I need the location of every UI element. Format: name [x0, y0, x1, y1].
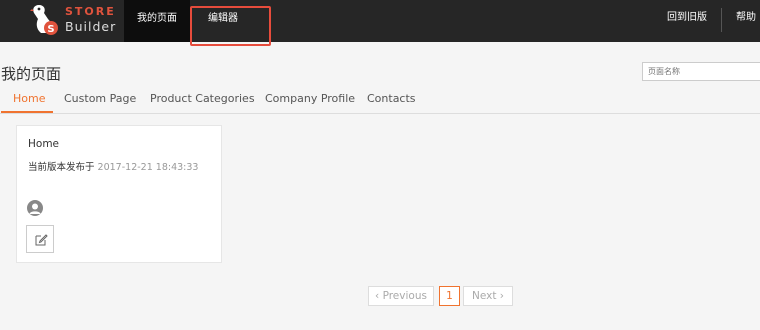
user-avatar-icon [27, 200, 43, 216]
chevron-left-icon: ‹ [375, 290, 380, 302]
tab-product-categories[interactable]: Product Categories [150, 92, 255, 105]
edit-page-button[interactable] [26, 225, 54, 253]
active-tab-indicator [1, 111, 53, 113]
tab-company-profile[interactable]: Company Profile [265, 92, 355, 105]
nav-my-pages[interactable]: 我的页面 [124, 0, 190, 42]
page-title: 我的页面 [1, 65, 62, 83]
svg-text:S: S [47, 24, 54, 35]
tab-contacts[interactable]: Contacts [367, 92, 416, 105]
logo-text-store: STORE [65, 5, 116, 18]
tab-custom-page[interactable]: Custom Page [64, 92, 136, 105]
published-date: 2017-12-21 18:43:33 [97, 162, 199, 173]
pagination-page-1[interactable]: 1 [439, 286, 460, 306]
pagination-previous-button[interactable]: ‹ Previous [368, 286, 434, 306]
logo-icon: S [30, 5, 58, 35]
logo-text-builder: Builder [65, 19, 117, 34]
top-navbar: S STORE Builder 我的页面 编辑器 回到旧版 帮助 [0, 0, 760, 42]
tab-home[interactable]: Home [13, 92, 45, 105]
pagination-previous-label: Previous [382, 290, 427, 302]
published-label: 当前版本发布于 [28, 162, 95, 173]
page-tabs: Home Custom Page Product Categories Comp… [0, 86, 760, 114]
pagination-next-button[interactable]: Next › [463, 286, 513, 306]
editor-highlight-box [190, 6, 271, 46]
card-title: Home [28, 138, 60, 150]
nav-back-to-old-version[interactable]: 回到旧版 [667, 0, 707, 42]
chevron-right-icon: › [499, 290, 504, 302]
store-builder-logo[interactable]: S STORE Builder [30, 3, 120, 37]
pagination-next-label: Next [471, 290, 497, 302]
page-name-search-input[interactable] [642, 62, 760, 81]
page-card-home: Home 当前版本发布于 2017-12-21 18:43:33 [16, 125, 222, 263]
nav-help[interactable]: 帮助 [736, 0, 756, 42]
nav-divider [721, 8, 722, 32]
card-publish-info: 当前版本发布于 2017-12-21 18:43:33 [28, 159, 198, 173]
edit-icon [35, 234, 48, 246]
